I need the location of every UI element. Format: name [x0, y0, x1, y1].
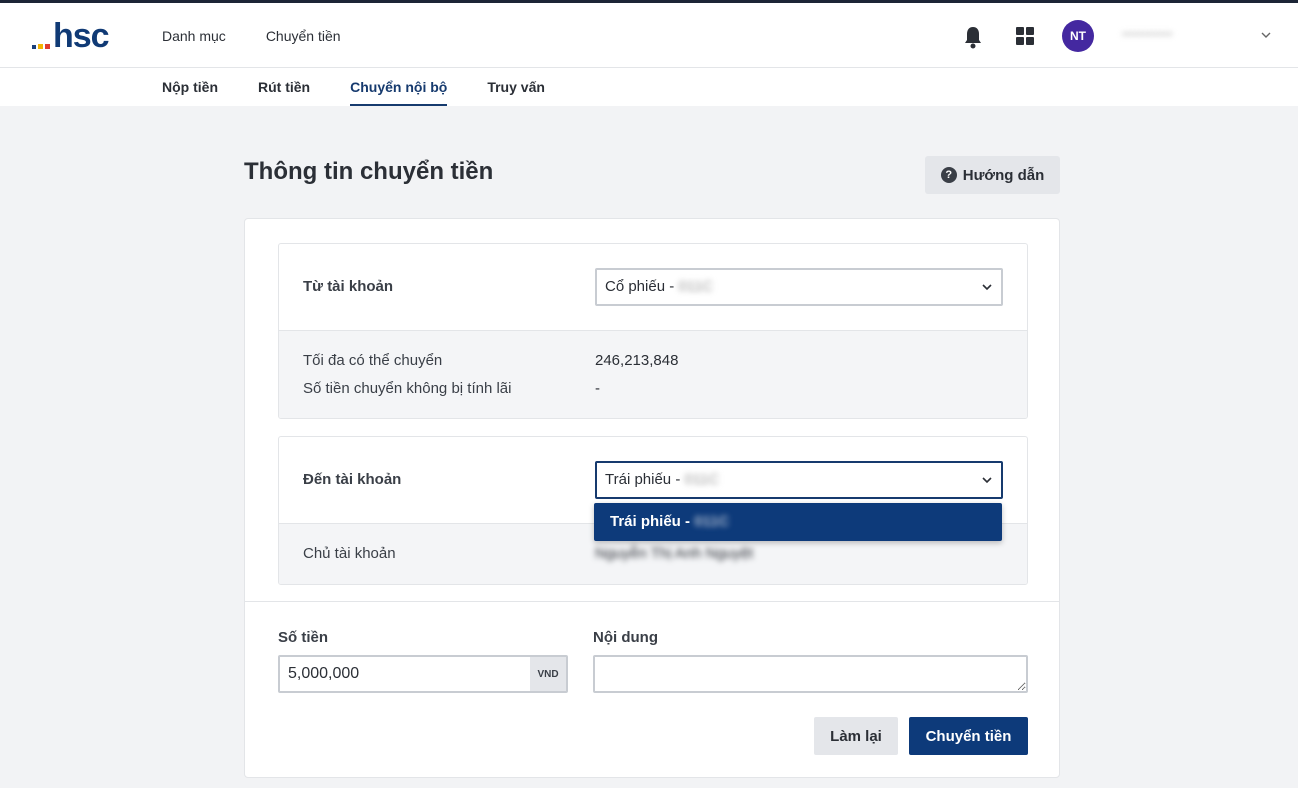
- hsc-logo[interactable]: hsc: [32, 17, 110, 55]
- chevron-down-icon: [982, 284, 992, 291]
- content-textarea[interactable]: [593, 655, 1028, 693]
- logo-dots: [32, 44, 50, 49]
- chevron-down-icon[interactable]: [1260, 29, 1272, 41]
- to-account-selected-prefix: Trái phiếu -: [605, 471, 685, 488]
- reset-button[interactable]: Làm lại: [814, 717, 898, 755]
- user-avatar[interactable]: NT: [1062, 20, 1094, 52]
- apps-grid-icon[interactable]: [1016, 27, 1034, 45]
- amount-field: VND: [278, 655, 568, 693]
- to-account-dropdown: Trái phiếu - 011C: [594, 503, 1002, 541]
- max-transfer-value: 246,213,848: [595, 352, 679, 369]
- nav-transfer[interactable]: Chuyển tiền: [266, 28, 341, 44]
- amount-label: Số tiền: [278, 629, 329, 646]
- to-account-masked-number: 011C: [684, 471, 720, 488]
- nav-portfolio[interactable]: Danh mục: [162, 28, 226, 44]
- amount-input[interactable]: [280, 657, 530, 691]
- from-account-select[interactable]: Cổ phiếu - 011C: [595, 268, 1003, 306]
- tab-internal-transfer[interactable]: Chuyển nội bộ: [350, 68, 448, 106]
- tab-withdraw[interactable]: Rút tiền: [258, 68, 310, 106]
- help-icon: ?: [940, 167, 957, 183]
- from-account-selected-prefix: Cổ phiếu -: [605, 278, 679, 295]
- notification-bell-icon[interactable]: [962, 25, 984, 49]
- dropdown-option-masked: 011C: [694, 513, 730, 530]
- dropdown-option-prefix: Trái phiếu -: [610, 513, 695, 530]
- chevron-down-icon: [982, 477, 992, 484]
- guide-button-label: Hướng dẫn: [962, 166, 1045, 184]
- from-account-label: Từ tài khoản: [303, 278, 394, 295]
- logo-dot: [45, 44, 50, 49]
- logo-dot: [38, 44, 43, 49]
- submit-transfer-button[interactable]: Chuyển tiền: [909, 717, 1028, 755]
- tab-deposit[interactable]: Nộp tiền: [162, 68, 218, 106]
- section-divider: [245, 601, 1059, 602]
- no-interest-value: -: [595, 380, 600, 397]
- dropdown-option[interactable]: Trái phiếu - 011C: [610, 503, 729, 541]
- logo-dot: [32, 45, 36, 49]
- to-account-label: Đến tài khoản: [303, 471, 402, 488]
- from-account-panel: Từ tài khoản Cổ phiếu - 011C Tối đa có t…: [278, 243, 1028, 419]
- logo-text: hsc: [53, 17, 110, 55]
- guide-button[interactable]: ? Hướng dẫn: [925, 156, 1060, 194]
- no-interest-label: Số tiền chuyển không bị tính lãi: [303, 380, 512, 397]
- page-title: Thông tin chuyển tiền: [244, 158, 494, 185]
- max-transfer-label: Tối đa có thể chuyển: [303, 352, 443, 369]
- from-account-masked-number: 011C: [678, 278, 714, 295]
- to-account-select[interactable]: Trái phiếu - 011C: [595, 461, 1003, 499]
- content-label: Nội dung: [593, 629, 658, 646]
- app-header: hsc Danh mục Chuyển tiền NT ••••••••••••: [0, 3, 1298, 68]
- transfer-form-card: Từ tài khoản Cổ phiếu - 011C Tối đa có t…: [244, 218, 1060, 778]
- user-name-masked[interactable]: ••••••••••••: [1122, 27, 1242, 43]
- account-owner-label: Chủ tài khoản: [303, 545, 396, 562]
- main-nav: Danh mục Chuyển tiền: [162, 3, 341, 68]
- account-owner-masked: Nguyễn Thị Anh Nguyệt: [595, 545, 754, 562]
- tab-inquiry[interactable]: Truy vấn: [487, 68, 545, 106]
- currency-unit: VND: [530, 657, 566, 691]
- header-right: NT ••••••••••••: [938, 3, 1298, 68]
- sub-nav: Nộp tiền Rút tiền Chuyển nội bộ Truy vấn: [0, 68, 1298, 106]
